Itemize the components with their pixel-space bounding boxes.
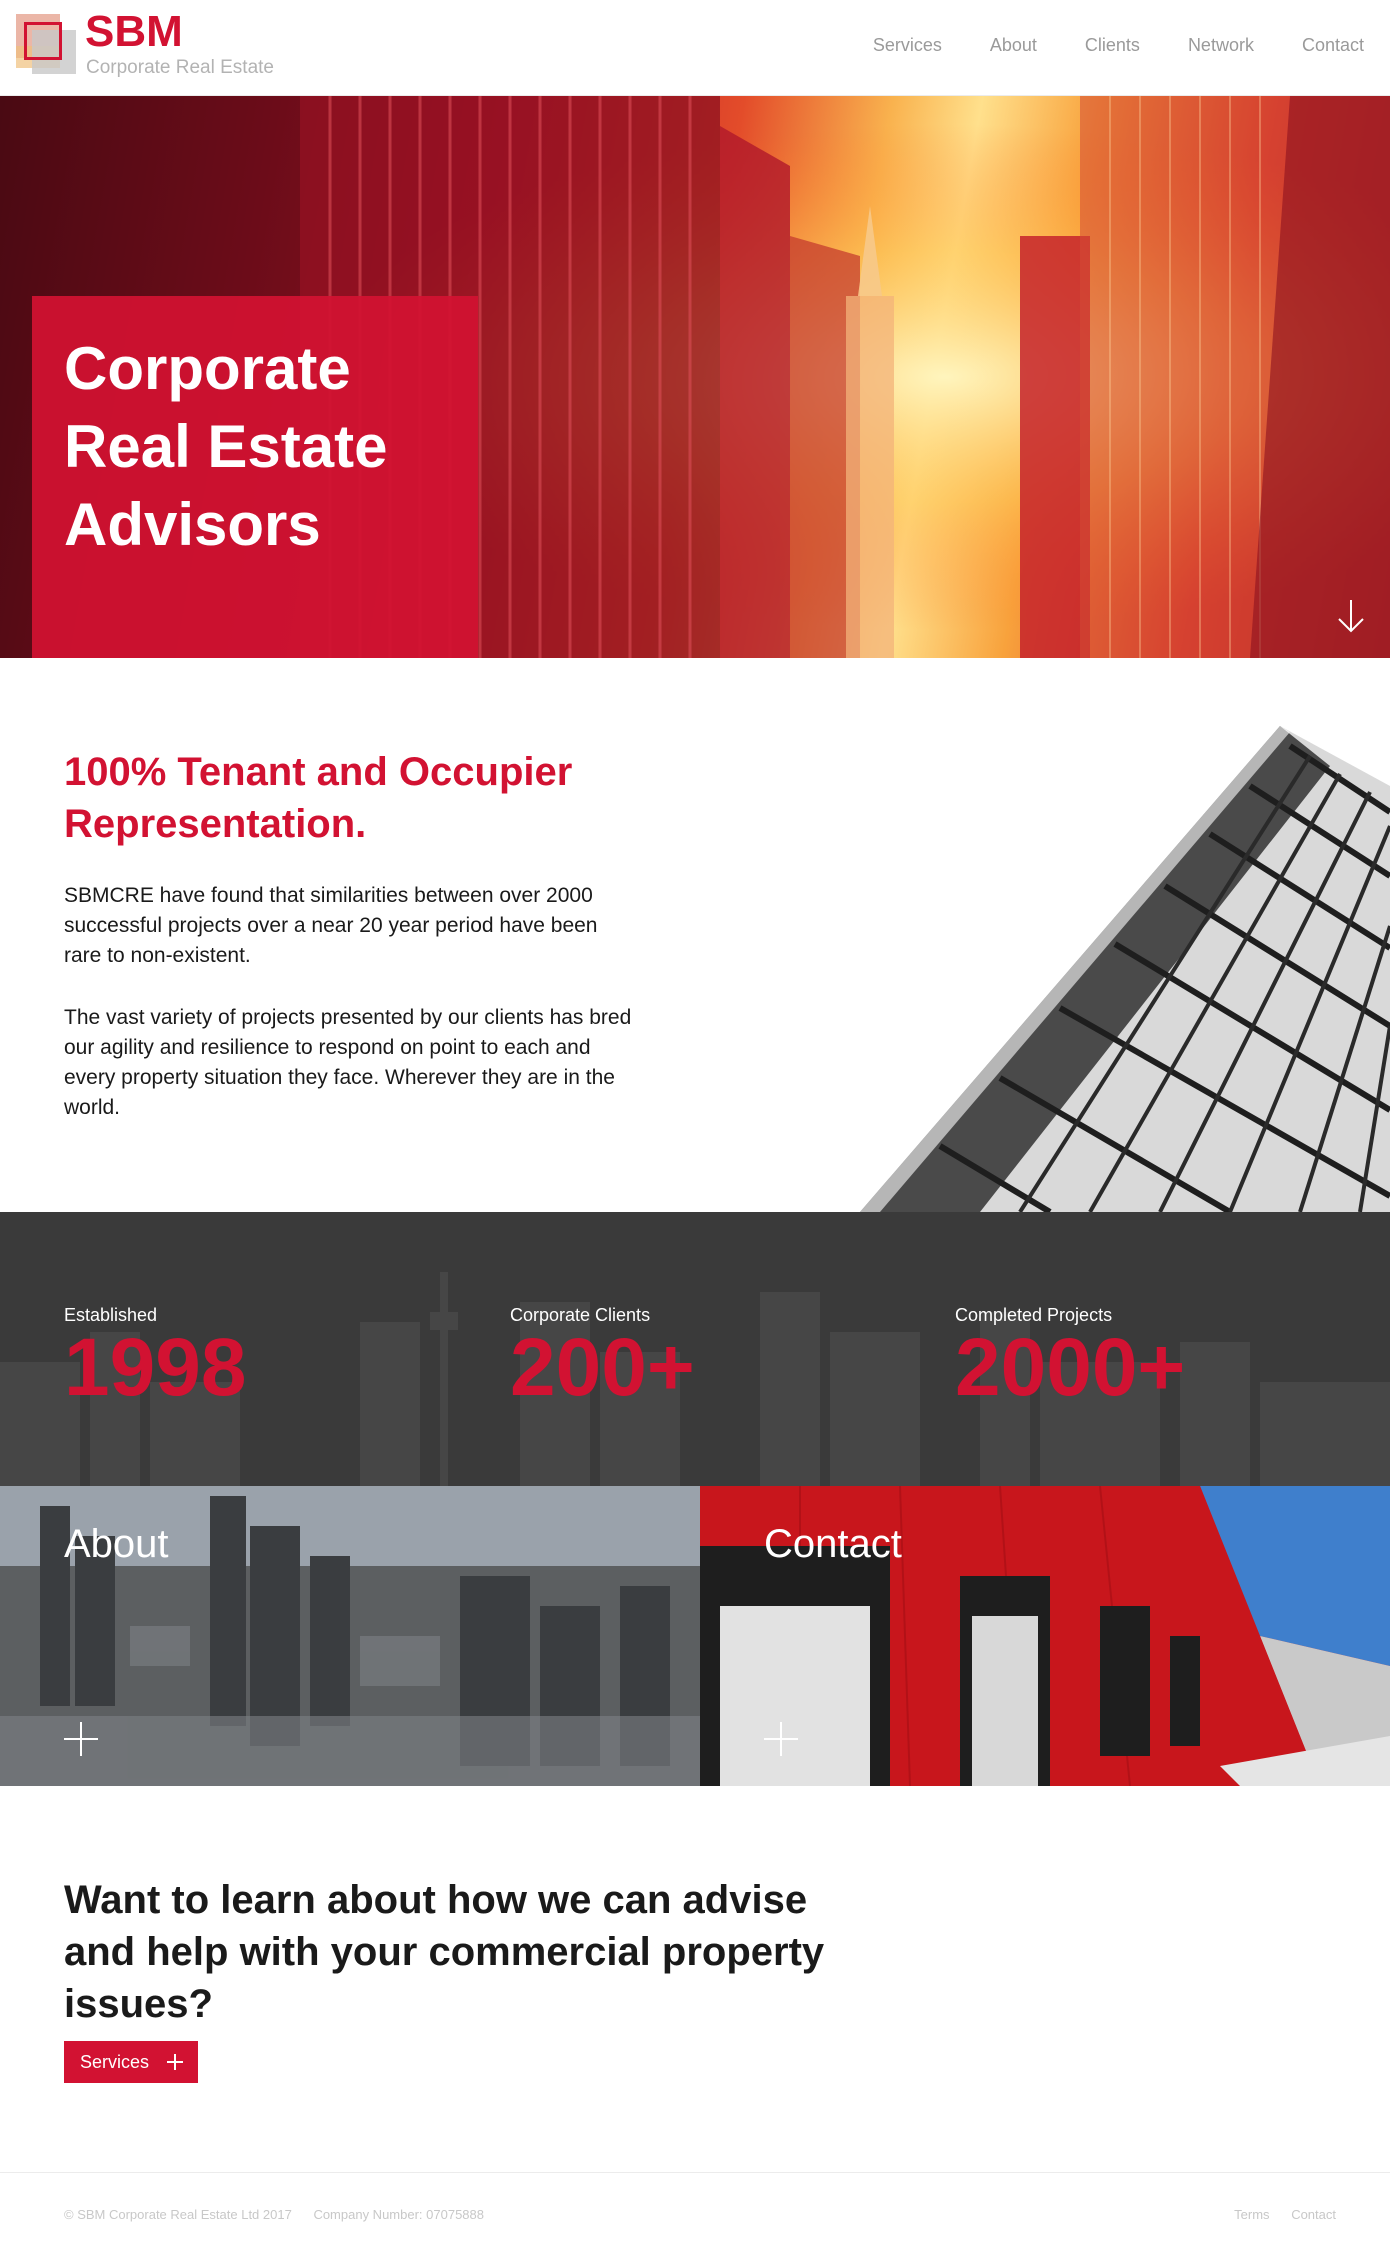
plus-icon: [167, 2054, 184, 2070]
footer-copyright: © SBM Corporate Real Estate Ltd 2017: [64, 2207, 292, 2222]
hero-title: Corporate Real Estate Advisors: [64, 335, 388, 558]
intro-paragraph: The vast variety of projects presented b…: [64, 1006, 632, 1119]
down-arrow-icon[interactable]: [1336, 598, 1366, 634]
footer-links: Terms Contact: [1216, 2207, 1336, 2222]
cta-heading: Want to learn about how we can advise an…: [64, 1878, 825, 2026]
hero-banner: Corporate Real Estate Advisors: [0, 96, 1390, 658]
main-nav: Services About Clients Network Contact: [825, 33, 1364, 57]
site-footer: © SBM Corporate Real Estate Ltd 2017 Com…: [0, 2172, 1390, 2258]
contact-tile[interactable]: Contact: [700, 1486, 1390, 1786]
intro-heading: 100% Tenant and Occupier Representation.: [64, 750, 573, 846]
site-header: SBM Corporate Real Estate Services About…: [0, 0, 1390, 96]
nav-item-about[interactable]: About: [990, 33, 1037, 57]
stat-established: Established 1998: [64, 1304, 246, 1410]
footer-link-contact[interactable]: Contact: [1291, 2207, 1336, 2222]
stat-value: 1998: [64, 1322, 247, 1413]
stat-corporate-clients: Corporate Clients 200+: [510, 1304, 695, 1410]
plus-icon: [64, 1722, 98, 1756]
stats-band: Established 1998 Corporate Clients 200+ …: [0, 1212, 1390, 1486]
brand-tagline: Corporate Real Estate: [86, 57, 274, 78]
footer-link-terms[interactable]: Terms: [1234, 2207, 1269, 2222]
stat-value: 200+: [510, 1322, 695, 1413]
footer-legal: © SBM Corporate Real Estate Ltd 2017 Com…: [64, 2207, 502, 2222]
brand-name[interactable]: SBM: [85, 8, 183, 56]
building-facade-image: [860, 726, 1390, 1212]
about-tile-label: About: [64, 1522, 169, 1566]
services-button[interactable]: Services: [64, 2041, 198, 2083]
nav-item-clients[interactable]: Clients: [1085, 33, 1140, 57]
footer-company-number: Company Number: 07075888: [313, 2207, 484, 2222]
nav-item-services[interactable]: Services: [873, 33, 942, 57]
plus-icon: [764, 1722, 798, 1756]
intro-paragraph: SBMCRE have found that similarities betw…: [64, 884, 598, 967]
logo-mark[interactable]: [16, 14, 78, 76]
contact-tile-label: Contact: [764, 1522, 902, 1566]
nav-item-network[interactable]: Network: [1188, 33, 1254, 57]
stat-completed-projects: Completed Projects 2000+: [955, 1304, 1185, 1410]
services-button-label: Services: [80, 2051, 150, 2072]
nav-item-contact[interactable]: Contact: [1302, 33, 1364, 57]
stat-value: 2000+: [955, 1322, 1186, 1413]
about-tile[interactable]: About: [0, 1486, 700, 1786]
